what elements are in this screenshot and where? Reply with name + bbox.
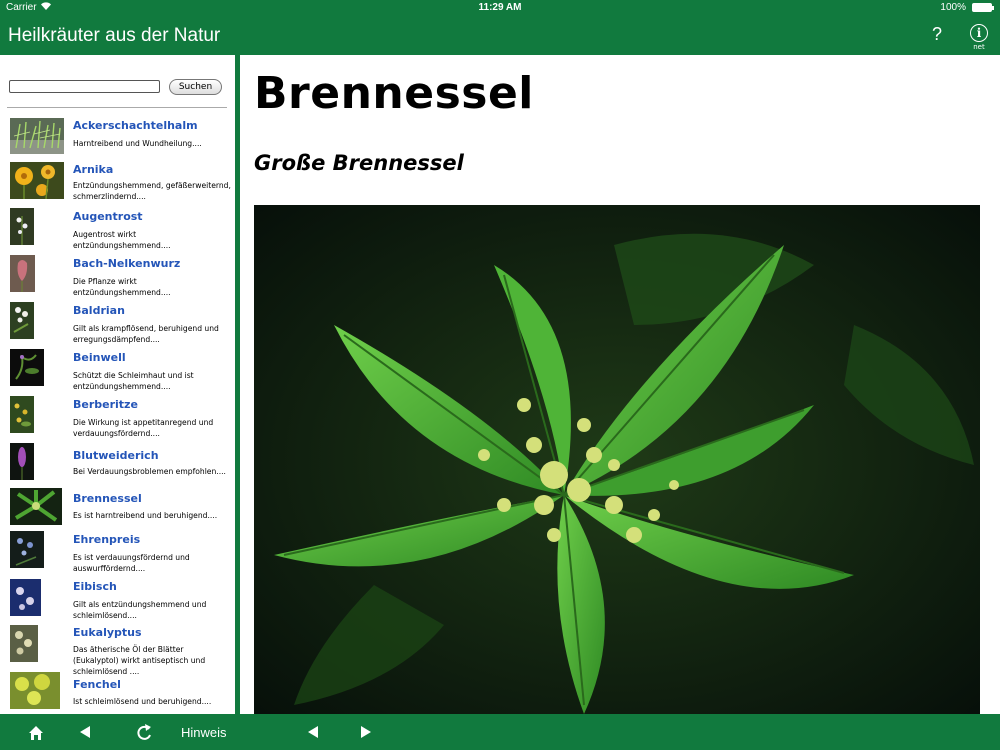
plant-name: Brennessel — [73, 492, 142, 505]
search-input[interactable] — [9, 80, 160, 93]
plant-thumbnail — [10, 255, 35, 292]
app-header: Heilkräuter aus der Natur ? i net — [0, 16, 1000, 55]
plant-description: Bei Verdauungsbroblemen empfohlen.... — [73, 467, 226, 476]
plant-thumbnail — [10, 118, 64, 154]
plant-description: Entzündungshemmend, gefäßerweiternd, sch… — [73, 181, 231, 201]
page-title: Brennessel — [254, 68, 534, 119]
home-icon — [28, 714, 44, 750]
plant-description: Es ist verdauungsfördernd und auswurfför… — [73, 553, 190, 573]
list-item[interactable]: Arnika Entzündungshemmend, gefäßerweiter… — [0, 162, 235, 202]
list-item[interactable]: Augentrost Augentrost wirkt entzündungsh… — [0, 208, 235, 250]
arrow-left-icon — [307, 714, 319, 750]
list-item[interactable]: Berberitze Die Wirkung ist appetitanrege… — [0, 396, 235, 438]
app-title: Heilkräuter aus der Natur — [8, 25, 221, 46]
arrow-left-icon — [79, 714, 91, 750]
plant-name: Berberitze — [73, 398, 138, 411]
plant-name: Arnika — [73, 163, 114, 176]
plant-name: Augentrost — [73, 210, 143, 223]
back-button[interactable] — [79, 714, 91, 750]
list-item[interactable]: Bach-Nelkenwurz Die Pflanze wirkt entzün… — [0, 255, 235, 297]
home-button[interactable] — [28, 714, 44, 750]
list-item[interactable]: Eibisch Gilt als entzündungshemmend und … — [0, 579, 235, 623]
search-row: Suchen — [9, 79, 229, 96]
plant-name: Eibisch — [73, 580, 117, 593]
info-button[interactable]: i net — [968, 24, 990, 51]
search-divider — [7, 107, 227, 108]
plant-description: Gilt als krampflösend, beruhigend und er… — [73, 324, 219, 344]
plant-description: Ist schleimlösend und beruhigend.... — [73, 697, 212, 706]
status-bar: Carrier 11:29 AM 100% — [0, 0, 1000, 16]
bottom-toolbar: Hinweis — [0, 714, 1000, 750]
plant-thumbnail — [10, 579, 41, 616]
search-button[interactable]: Suchen — [169, 79, 222, 95]
plant-thumbnail — [10, 443, 34, 480]
plant-thumbnail — [10, 396, 34, 433]
plant-thumbnail — [10, 349, 44, 386]
list-item[interactable]: Eukalyptus Das ätherische Öl der Blätter… — [0, 625, 235, 676]
reload-button[interactable] — [135, 714, 153, 750]
plant-photo — [254, 205, 980, 714]
plant-name: Blutweiderich — [73, 449, 159, 462]
plant-thumbnail — [10, 488, 62, 525]
plant-thumbnail — [10, 302, 34, 339]
reload-icon — [135, 714, 153, 750]
page-subtitle: Große Brennessel — [254, 151, 464, 175]
list-item[interactable]: Ackerschachtelhalm Harntreibend und Wund… — [0, 118, 235, 158]
plant-description: Harntreibend und Wundheilung.... — [73, 139, 202, 148]
plant-thumbnail — [10, 162, 64, 199]
arrow-right-icon — [360, 714, 372, 750]
plant-description: Augentrost wirkt entzündungshemmend.... — [73, 230, 171, 250]
plant-thumbnail — [10, 531, 44, 568]
plant-name: Bach-Nelkenwurz — [73, 257, 181, 270]
plant-description: Die Wirkung ist appetitanregend und verd… — [73, 418, 214, 438]
plant-name: Fenchel — [73, 678, 121, 691]
plant-description: Es ist harntreibend und beruhigend.... — [73, 511, 218, 520]
battery-icon — [972, 3, 994, 12]
plant-name: Baldrian — [73, 304, 125, 317]
help-button[interactable]: ? — [932, 24, 942, 45]
plant-sidebar: Suchen Ackerschachtelhalm Harntreibend u… — [0, 55, 235, 714]
hint-button[interactable]: Hinweis — [181, 725, 227, 740]
list-item[interactable]: Baldrian Gilt als krampflösend, beruhige… — [0, 302, 235, 344]
list-item[interactable]: Brennessel Es ist harntreibend und beruh… — [0, 488, 235, 528]
list-item[interactable]: Ehrenpreis Es ist verdauungsfördernd und… — [0, 531, 235, 575]
plant-thumbnail — [10, 625, 38, 662]
info-label: net — [973, 43, 985, 51]
plant-name: Beinwell — [73, 351, 126, 364]
plant-thumbnail — [10, 208, 34, 245]
info-icon: i — [970, 24, 988, 42]
plant-description: Gilt als entzündungshemmend und schleiml… — [73, 600, 207, 620]
list-item[interactable]: Beinwell Schützt die Schleimhaut und ist… — [0, 349, 235, 391]
next-button[interactable] — [360, 714, 372, 750]
plant-name: Ackerschachtelhalm — [73, 119, 198, 132]
plant-description: Die Pflanze wirkt entzündungshemmend.... — [73, 277, 171, 297]
plant-thumbnail — [10, 672, 60, 709]
list-item[interactable]: Blutweiderich Bei Verdauungsbroblemen em… — [0, 443, 235, 483]
plant-name: Ehrenpreis — [73, 533, 141, 546]
plant-name: Eukalyptus — [73, 626, 142, 639]
plant-detail: Brennessel Große Brennessel — [240, 55, 1000, 714]
battery-percent: 100% — [940, 2, 966, 13]
previous-button[interactable] — [307, 714, 319, 750]
clock: 11:29 AM — [478, 2, 522, 13]
list-item[interactable]: Fenchel Ist schleimlösend und beruhigend… — [0, 672, 235, 712]
plant-description: Schützt die Schleimhaut und ist entzündu… — [73, 371, 194, 391]
